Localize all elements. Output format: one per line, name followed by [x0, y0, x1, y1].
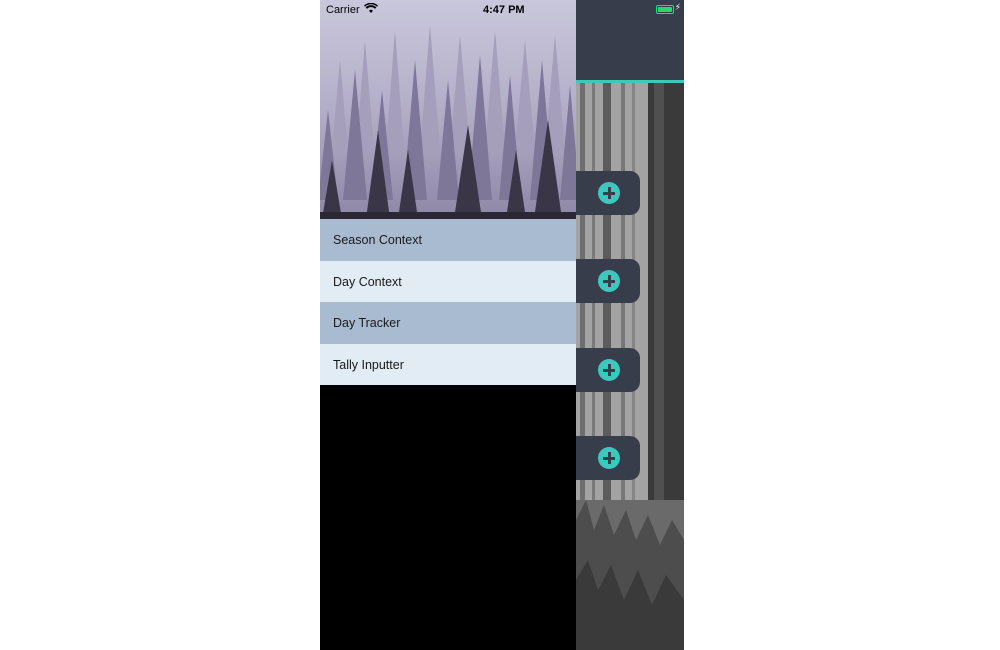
- misty-forest-image: [320, 0, 576, 219]
- add-button-2[interactable]: [576, 259, 640, 303]
- add-button-1[interactable]: [576, 171, 640, 215]
- clock: 4:47 PM: [483, 4, 525, 16]
- menu-item-season-context[interactable]: Season Context: [320, 219, 576, 261]
- background-forest-image: [576, 0, 684, 650]
- carrier-label: Carrier: [326, 4, 360, 16]
- add-button-4[interactable]: [576, 436, 640, 480]
- battery-icon: [656, 5, 674, 14]
- charging-bolt-icon: ⚡: [674, 2, 681, 12]
- main-content: ⚡: [576, 0, 684, 650]
- plus-circle-icon: [598, 359, 620, 381]
- drawer-header-image: Carrier 4:47 PM: [320, 0, 576, 219]
- plus-circle-icon: [598, 447, 620, 469]
- side-drawer: Carrier 4:47 PM Season Context Day Conte…: [320, 0, 576, 650]
- plus-circle-icon: [598, 270, 620, 292]
- plus-circle-icon: [598, 182, 620, 204]
- navigation-bar: ⚡: [576, 0, 684, 83]
- menu-item-day-context[interactable]: Day Context: [320, 260, 576, 302]
- wifi-icon: [364, 3, 378, 13]
- battery-level: [658, 7, 672, 12]
- drawer-menu: Season Context Day Context Day Tracker T…: [320, 219, 576, 385]
- menu-item-tally-inputter[interactable]: Tally Inputter: [320, 343, 576, 385]
- add-button-3[interactable]: [576, 348, 640, 392]
- device-screen: ⚡ Carrier 4:47 PM Season Context Day Con…: [320, 0, 684, 650]
- menu-item-day-tracker[interactable]: Day Tracker: [320, 302, 576, 344]
- status-bar: Carrier 4:47 PM: [320, 0, 576, 20]
